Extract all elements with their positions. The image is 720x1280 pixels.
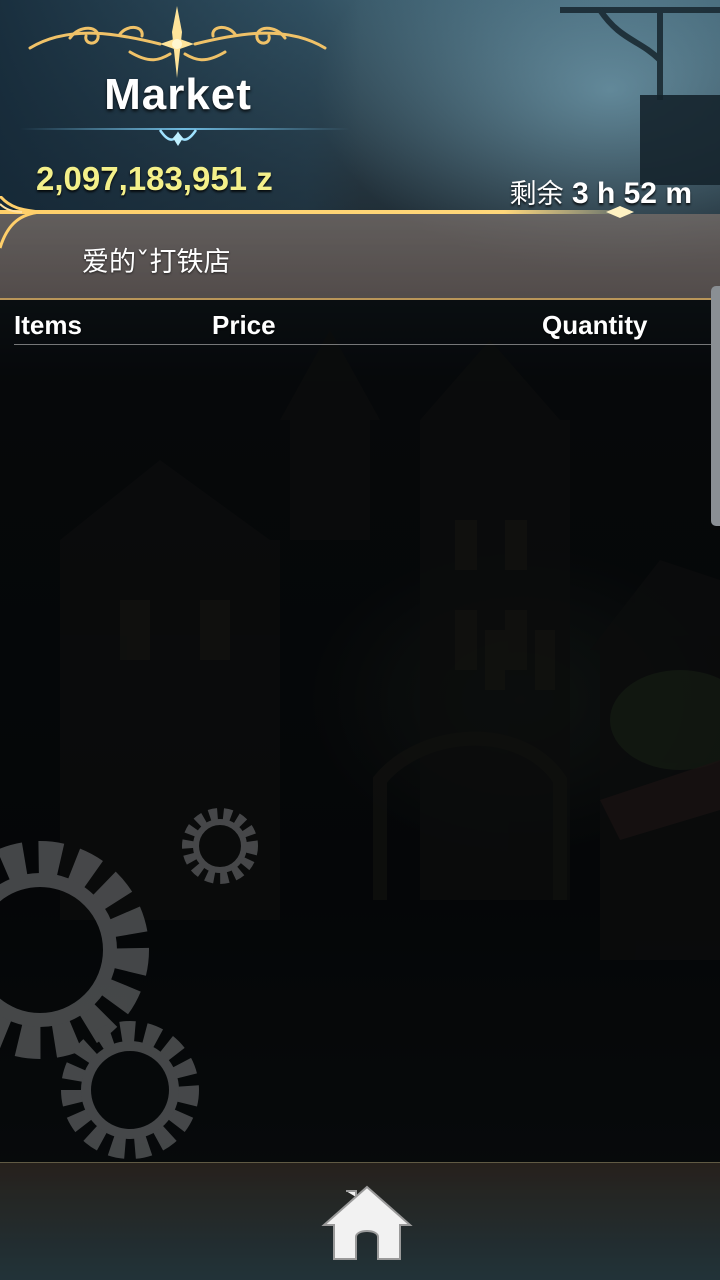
scrollbar[interactable] bbox=[711, 286, 720, 526]
gold-divider bbox=[0, 196, 634, 249]
footer-bar bbox=[0, 1162, 720, 1280]
table-header: Items Price Quantity bbox=[14, 310, 714, 345]
gears-decoration bbox=[0, 808, 258, 1159]
currency-amount: 2,097,183,951 z bbox=[36, 160, 273, 197]
page-title: Market bbox=[104, 70, 252, 119]
column-header-price[interactable]: Price bbox=[212, 310, 276, 341]
market-screen: Market 2,097,183,951 z 剩余 3 h 52 m 爱的ˇ打铁… bbox=[0, 0, 720, 1280]
home-icon[interactable] bbox=[320, 1183, 414, 1263]
column-header-quantity[interactable]: Quantity bbox=[542, 310, 647, 341]
column-header-items[interactable]: Items bbox=[14, 310, 82, 341]
gem-icon bbox=[158, 129, 198, 146]
